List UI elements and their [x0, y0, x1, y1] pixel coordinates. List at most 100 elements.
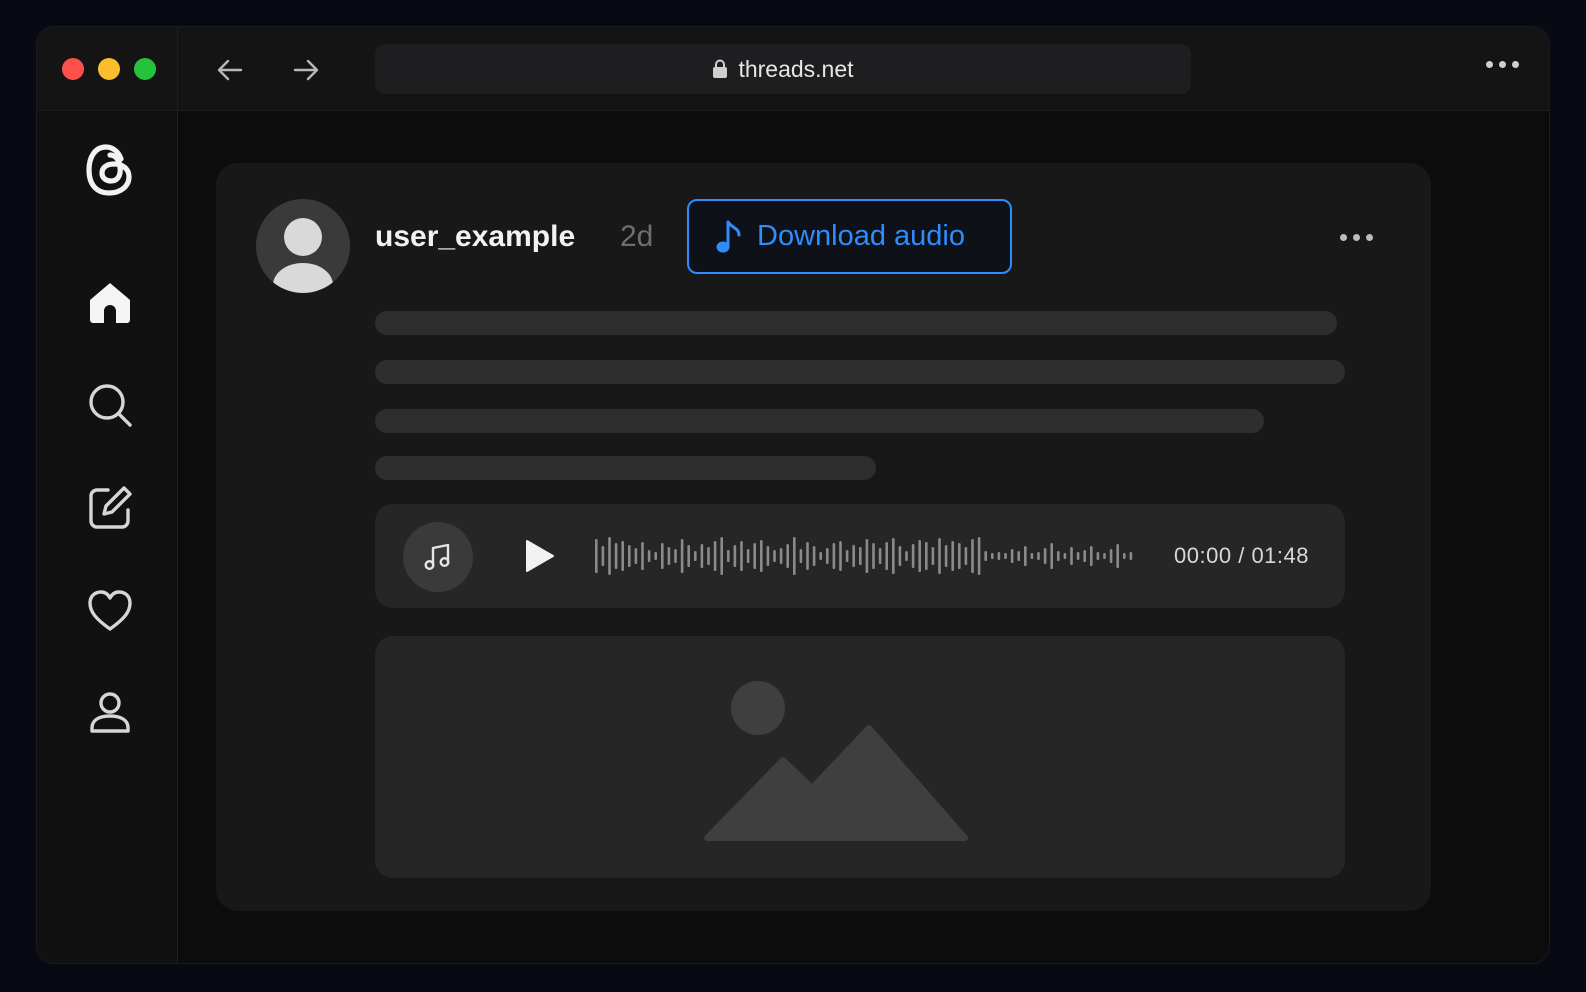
waveform-bar — [1096, 552, 1100, 560]
username[interactable]: user_example — [375, 220, 575, 254]
lock-icon — [713, 59, 728, 78]
sidebar-item-search[interactable] — [83, 378, 137, 432]
waveform-bar — [1103, 553, 1106, 559]
post-menu-button[interactable] — [1340, 234, 1373, 241]
forward-button[interactable] — [289, 53, 323, 87]
music-note-icon — [716, 220, 741, 252]
waveform-bar — [997, 552, 1001, 560]
sidebar-item-profile[interactable] — [83, 686, 137, 740]
waveform-bar — [819, 552, 822, 560]
waveform-bar — [740, 541, 743, 571]
close-window-button[interactable] — [62, 58, 84, 80]
waveform-bar — [608, 537, 611, 575]
url-text: threads.net — [738, 55, 854, 82]
more-dot-icon — [1499, 61, 1506, 68]
waveform-bar — [1057, 551, 1060, 561]
play-button[interactable] — [521, 538, 557, 574]
music-notes-icon — [424, 543, 450, 571]
waveform-bar — [859, 547, 862, 565]
waveform-bar — [1004, 553, 1007, 559]
image-placeholder[interactable] — [375, 636, 1345, 878]
sidebar-item-compose[interactable] — [83, 481, 137, 535]
more-dot-icon — [1353, 234, 1360, 241]
profile-icon — [90, 692, 130, 733]
waveform-bar — [905, 551, 908, 561]
minimize-window-button[interactable] — [98, 58, 120, 80]
audio-time: 00:00 / 01:48 — [1174, 543, 1309, 568]
waveform-bar — [720, 537, 723, 575]
waveform-bar — [1037, 552, 1040, 560]
back-button[interactable] — [213, 53, 247, 87]
waveform-bar — [911, 544, 915, 568]
more-dot-icon — [1366, 234, 1373, 241]
waveform-bar — [991, 553, 994, 559]
waveform-bar — [1109, 549, 1113, 563]
waveform-bar — [951, 541, 954, 571]
waveform-bar — [1030, 553, 1034, 559]
waveform-bar — [641, 542, 644, 570]
waveform-bar — [806, 542, 809, 570]
waveform-bar — [1083, 550, 1086, 562]
play-icon — [526, 540, 554, 572]
waveform-bar — [773, 550, 776, 562]
audio-player: 00:00 / 01:48 — [375, 504, 1345, 608]
address-bar[interactable]: threads.net — [375, 44, 1191, 94]
arrow-right-icon — [293, 59, 319, 81]
waveform-bar — [958, 543, 961, 569]
waveform-bar — [601, 546, 605, 566]
audio-thumbnail[interactable] — [403, 522, 473, 592]
search-icon — [89, 384, 132, 427]
waveform-bar — [892, 538, 895, 574]
waveform-bar — [694, 551, 697, 561]
waveform-bar — [964, 547, 968, 565]
heart-icon — [88, 590, 132, 631]
waveform-bar — [661, 543, 664, 569]
waveform-bar — [727, 550, 730, 562]
waveform-bar — [793, 537, 796, 575]
waveform-bar — [779, 548, 783, 564]
waveform-bar — [733, 545, 737, 567]
waveform-bar — [812, 546, 816, 566]
waveform-bar — [898, 546, 902, 566]
avatar[interactable] — [256, 199, 350, 293]
waveform-bar — [826, 548, 829, 564]
download-audio-button[interactable]: Download audio — [687, 199, 1012, 274]
threads-logo[interactable] — [83, 143, 137, 197]
waveform-bar — [885, 542, 888, 570]
home-icon — [90, 283, 130, 323]
browser-titlebar: threads.net — [37, 27, 1549, 111]
browser-menu-button[interactable] — [1486, 61, 1519, 68]
compose-icon — [89, 486, 132, 529]
waveform-bar — [687, 545, 690, 567]
waveform-bar — [931, 547, 935, 565]
waveform-bar — [938, 538, 941, 574]
waveform-bar — [832, 543, 836, 569]
waveform-bar — [1024, 546, 1027, 566]
waveform-bar — [786, 544, 789, 568]
waveform-bar — [753, 543, 756, 569]
more-dot-icon — [1512, 61, 1519, 68]
text-placeholder-line — [375, 456, 876, 480]
waveform-bar — [839, 541, 842, 571]
image-placeholder-icon — [704, 681, 968, 841]
waveform-bar — [878, 548, 882, 564]
waveform-bar — [680, 539, 684, 573]
sidebar-item-home[interactable] — [83, 276, 137, 330]
waveform-bar — [614, 543, 618, 569]
text-placeholder-line — [375, 311, 1337, 335]
audio-waveform[interactable] — [593, 526, 1133, 586]
more-dot-icon — [1340, 234, 1347, 241]
waveform-bar — [799, 549, 803, 563]
threads-logo-icon — [86, 144, 132, 196]
waveform-bar — [1063, 553, 1067, 559]
post-card: user_example 2d Download audio 00:00 / 0… — [216, 163, 1431, 911]
waveform-bar — [760, 540, 763, 572]
waveform-bar — [918, 540, 921, 572]
waveform-bar — [984, 551, 987, 561]
maximize-window-button[interactable] — [134, 58, 156, 80]
sidebar-item-activity[interactable] — [83, 584, 137, 638]
waveform-bar — [621, 541, 624, 571]
waveform-bar — [674, 549, 677, 563]
waveform-bar — [865, 539, 869, 573]
waveform-bar — [872, 543, 875, 569]
